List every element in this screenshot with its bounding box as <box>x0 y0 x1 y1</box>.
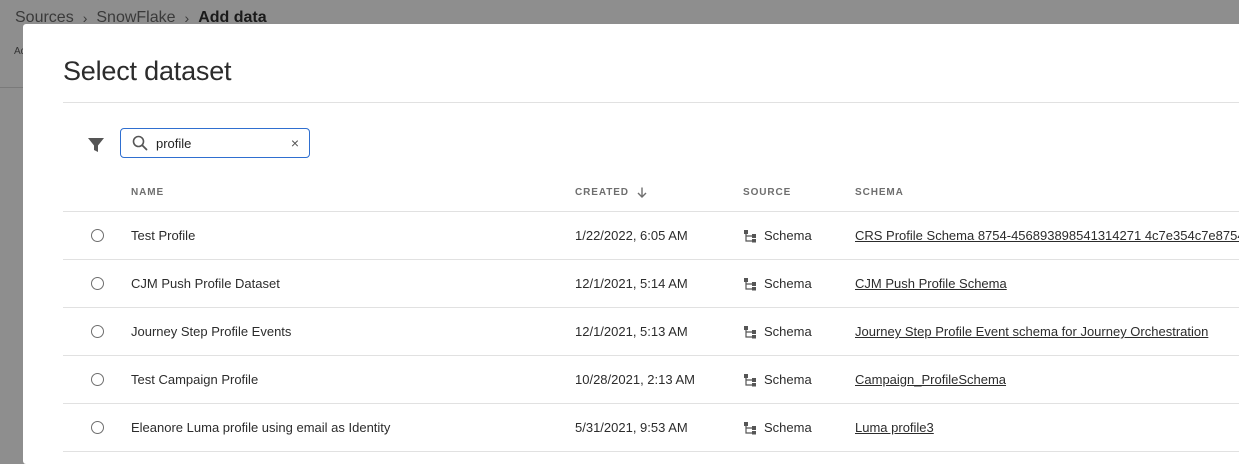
schema-cell: CRS Profile Schema 8754-4568938985413142… <box>855 228 1239 243</box>
table-row[interactable]: Test Profile 1/22/2022, 6:05 AM Schema C… <box>63 212 1239 260</box>
dataset-name: Test Profile <box>131 228 196 243</box>
dataset-name: Journey Step Profile Events <box>131 324 292 339</box>
created-date: 10/28/2021, 2:13 AM <box>575 372 695 387</box>
row-select-radio[interactable] <box>91 373 104 386</box>
column-header-schema[interactable]: SCHEMA <box>855 187 904 198</box>
schema-icon <box>743 373 757 387</box>
schema-icon <box>743 229 757 243</box>
schema-cell: Campaign_ProfileSchema <box>855 372 1006 387</box>
source-cell: Schema <box>743 324 812 339</box>
created-date: 12/1/2021, 5:14 AM <box>575 276 688 291</box>
row-select-radio[interactable] <box>91 421 104 434</box>
background-divider <box>0 87 23 88</box>
schema-link[interactable]: CJM Push Profile Schema <box>855 276 1007 291</box>
filter-icon <box>88 138 104 152</box>
column-header-created[interactable]: CREATED <box>575 187 647 198</box>
source-label: Schema <box>764 228 812 243</box>
schema-icon <box>743 277 757 291</box>
schema-link[interactable]: Luma profile3 <box>855 420 934 435</box>
schema-cell: CJM Push Profile Schema <box>855 276 1007 291</box>
select-dataset-dialog: Select dataset × NAME CREATED <box>23 24 1239 464</box>
column-header-name[interactable]: NAME <box>131 187 164 198</box>
table-row[interactable]: Eleanore Luma profile using email as Ide… <box>63 404 1239 452</box>
title-divider <box>63 102 1239 103</box>
schema-cell: Luma profile3 <box>855 420 934 435</box>
column-header-source[interactable]: SOURCE <box>743 187 791 198</box>
clear-search-button[interactable]: × <box>291 136 299 150</box>
row-select-radio[interactable] <box>91 229 104 242</box>
created-date: 12/1/2021, 5:13 AM <box>575 324 688 339</box>
dataset-name: CJM Push Profile Dataset <box>131 276 280 291</box>
row-select-radio[interactable] <box>91 325 104 338</box>
schema-link[interactable]: CRS Profile Schema 8754-4568938985413142… <box>855 228 1239 243</box>
source-label: Schema <box>764 324 812 339</box>
search-field[interactable]: × <box>120 128 310 158</box>
dataset-name: Test Campaign Profile <box>131 372 259 387</box>
source-cell: Schema <box>743 228 812 243</box>
schema-cell: Journey Step Profile Event schema for Jo… <box>855 324 1208 339</box>
sort-descending-icon[interactable] <box>637 187 647 198</box>
dialog-title: Select dataset <box>63 56 232 86</box>
filter-button[interactable] <box>85 134 107 156</box>
table-row[interactable]: Test Campaign Profile 10/28/2021, 2:13 A… <box>63 356 1239 404</box>
source-cell: Schema <box>743 276 812 291</box>
schema-link[interactable]: Campaign_ProfileSchema <box>855 372 1006 387</box>
schema-icon <box>743 421 757 435</box>
table-row[interactable]: Journey Step Profile Events 12/1/2021, 5… <box>63 308 1239 356</box>
dataset-table: NAME CREATED SOURCE SCHEMA Test Profile … <box>63 180 1239 452</box>
table-row[interactable]: CJM Push Profile Dataset 12/1/2021, 5:14… <box>63 260 1239 308</box>
schema-icon <box>743 325 757 339</box>
schema-link[interactable]: Journey Step Profile Event schema for Jo… <box>855 324 1208 339</box>
source-label: Schema <box>764 276 812 291</box>
search-input[interactable] <box>156 135 276 151</box>
source-label: Schema <box>764 372 812 387</box>
dataset-name: Eleanore Luma profile using email as Ide… <box>131 420 391 435</box>
table-header: NAME CREATED SOURCE SCHEMA <box>63 180 1239 212</box>
row-select-radio[interactable] <box>91 277 104 290</box>
source-label: Schema <box>764 420 812 435</box>
search-icon <box>132 135 148 151</box>
source-cell: Schema <box>743 372 812 387</box>
source-cell: Schema <box>743 420 812 435</box>
created-date: 1/22/2022, 6:05 AM <box>575 228 688 243</box>
created-date: 5/31/2021, 9:53 AM <box>575 420 688 435</box>
